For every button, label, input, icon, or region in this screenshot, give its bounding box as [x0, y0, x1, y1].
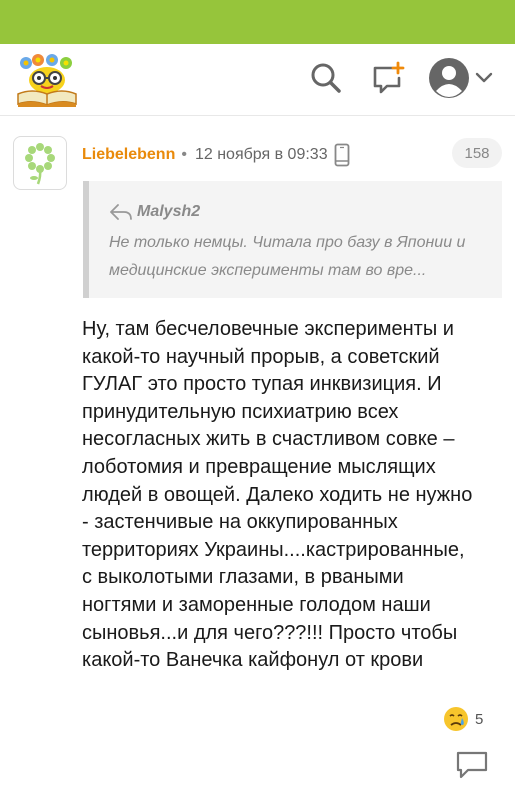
mobile-phone-icon: [334, 143, 350, 167]
reaction-count: 5: [475, 710, 484, 728]
comment-line: территориях Украины....кастрированные,: [82, 538, 465, 561]
site-header: [0, 44, 515, 116]
quoted-reply[interactable]: Malysh2 Не только немцы. Читала про базу…: [83, 181, 502, 298]
user-avatar-icon: [429, 58, 469, 98]
user-menu-button[interactable]: [428, 56, 494, 100]
comment-meta: Liebelebenn • 12 ноября в 09:33: [82, 143, 350, 167]
avatar[interactable]: [13, 136, 67, 190]
quote-text: Не только немцы. Читала про базу в Япони…: [109, 234, 466, 279]
comment-number-badge[interactable]: 158: [452, 138, 502, 168]
new-message-icon[interactable]: [368, 58, 408, 98]
comment-line: - застенчивые на оккупированных: [82, 511, 398, 534]
reply-arrow-icon: [110, 204, 132, 220]
search-icon[interactable]: [306, 58, 346, 98]
comment-line: с выколотыми глазами, в рваными: [82, 566, 404, 589]
comment-line: какой-то научный прорыв, а советский: [82, 345, 440, 368]
author-name[interactable]: Liebelebenn: [82, 146, 175, 164]
meta-separator: •: [181, 146, 187, 163]
comment-line: сыновья...и для чего???!!! Просто чтобы: [82, 621, 458, 644]
chevron-down-icon: [475, 72, 493, 83]
comment-reply-icon[interactable]: [455, 750, 489, 780]
comment-line: ГУЛАГ это просто тупая инквизиция. И: [82, 373, 442, 396]
comment-body: Ну, там бесчеловечные эксперименты и как…: [82, 316, 497, 675]
comment-line: принудительную психиатрию всех: [82, 400, 399, 423]
crying-face-icon: [444, 707, 468, 731]
comment-line: несогласных жить в счастливом совке –: [82, 428, 455, 451]
comment: Liebelebenn • 12 ноября в 09:33 158 Maly…: [0, 118, 515, 800]
top-status-bar: [0, 0, 515, 44]
site-logo[interactable]: [14, 54, 80, 108]
comment-timestamp: 12 ноября в 09:33: [194, 146, 328, 163]
reaction-button[interactable]: 5: [443, 704, 483, 734]
comment-line: людей в овощей. Далеко ходить не нужно: [82, 483, 473, 506]
comment-line: какой-то Ванечка кайфонул от крови: [82, 649, 424, 672]
quote-author[interactable]: Malysh2: [137, 203, 200, 221]
comment-line: лоботомия и превращение мыслящих: [82, 455, 436, 478]
quote-header: Malysh2: [109, 201, 502, 223]
comment-line: Ну, там бесчеловечные эксперименты и: [82, 318, 454, 340]
comment-line: ногтями и заморенные голодом наши: [82, 593, 431, 616]
